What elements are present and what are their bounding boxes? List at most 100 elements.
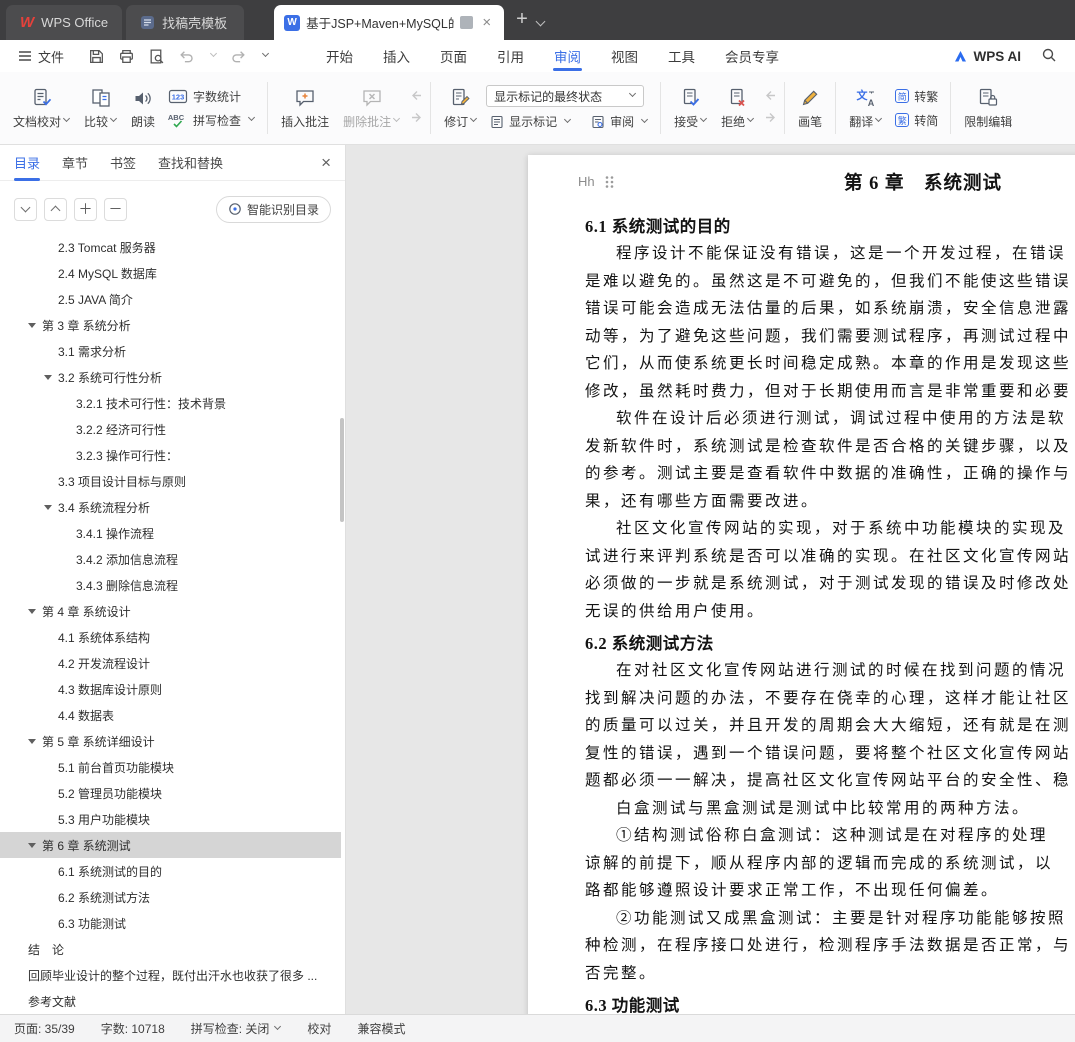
menu-tab-插入[interactable]: 插入 <box>368 40 425 72</box>
collapse-all-button[interactable] <box>14 197 37 221</box>
doc-text-line: 果，还有哪些方面需要改进。 <box>585 492 820 510</box>
undo-options-chevron-icon[interactable] <box>208 49 218 58</box>
reject-revision-button[interactable]: 拒绝 <box>714 82 761 135</box>
compat-mode-indicator[interactable]: 兼容模式 <box>357 1020 405 1037</box>
restrict-edit-button[interactable]: 限制编辑 <box>957 82 1019 135</box>
collapse-triangle-icon[interactable] <box>28 842 36 848</box>
markup-state-select[interactable]: 显示标记的最终状态 <box>486 85 645 107</box>
save-button[interactable] <box>88 48 105 65</box>
wps-ai-button[interactable]: WPS AI <box>953 49 1021 64</box>
previous-revision-button[interactable] <box>763 89 778 105</box>
translate-button[interactable]: 文A 翻译 <box>842 82 889 135</box>
read-aloud-button[interactable]: 朗读 <box>124 82 162 135</box>
word-count-button[interactable]: 123 字数统计 <box>164 87 259 106</box>
spellcheck-indicator[interactable]: 拼写检查: 关闭 <box>191 1020 282 1037</box>
toc-item[interactable]: 3.4 系统流程分析 <box>0 494 341 520</box>
sidebar-tab-查找和替换[interactable]: 查找和替换 <box>158 145 223 181</box>
proofread-indicator[interactable]: 校对 <box>307 1020 331 1037</box>
toc-item[interactable]: 2.4 MySQL 数据库 <box>0 260 341 286</box>
toc-item[interactable]: 5.2 管理员功能模块 <box>0 780 341 806</box>
collapse-triangle-icon[interactable] <box>28 608 36 614</box>
sidebar-scrollbar-thumb[interactable] <box>340 418 344 522</box>
next-comment-button[interactable] <box>409 111 424 127</box>
collapse-triangle-icon[interactable] <box>28 322 36 328</box>
toc-item[interactable]: 6.2 系统测试方法 <box>0 884 341 910</box>
show-markup-button[interactable]: 显示标记 <box>486 112 575 131</box>
toc-item[interactable]: 3.1 需求分析 <box>0 338 341 364</box>
toc-item[interactable]: 6.1 系统测试的目的 <box>0 858 341 884</box>
menu-tab-视图[interactable]: 视图 <box>596 40 653 72</box>
brush-button[interactable]: 画笔 <box>791 82 829 135</box>
previous-comment-button[interactable] <box>409 89 424 105</box>
collapse-triangle-icon[interactable] <box>44 504 52 510</box>
track-changes-button[interactable]: 修订 <box>437 82 484 135</box>
toc-item[interactable]: 2.3 Tomcat 服务器 <box>0 239 341 260</box>
toc-item[interactable]: 5.1 前台首页功能模块 <box>0 754 341 780</box>
toc-item[interactable]: 3.2.1 技术可行性：技术背景 <box>0 390 341 416</box>
menu-tab-引用[interactable]: 引用 <box>482 40 539 72</box>
print-button[interactable] <box>118 48 135 65</box>
new-tab-button[interactable]: + <box>504 8 534 33</box>
tab-list-chevron-icon[interactable] <box>534 12 546 29</box>
undo-button[interactable] <box>178 48 195 65</box>
menu-tab-页面[interactable]: 页面 <box>425 40 482 72</box>
toc-item[interactable]: 4.3 数据库设计原则 <box>0 676 341 702</box>
toc-item[interactable]: 3.2.2 经济可行性 <box>0 416 341 442</box>
toc-item[interactable]: 3.2 系统可行性分析 <box>0 364 341 390</box>
close-tab-icon[interactable]: × <box>479 13 494 32</box>
menu-tab-审阅[interactable]: 审阅 <box>539 40 596 72</box>
toc-item[interactable]: 3.2.3 操作可行性： <box>0 442 341 468</box>
insert-comment-button[interactable]: 插入批注 <box>274 82 336 135</box>
file-menu-button[interactable]: 文件 <box>8 47 74 66</box>
doc-proofread-button[interactable]: 文档校对 <box>6 82 77 135</box>
toc-item[interactable]: 第 5 章 系统详细设计 <box>0 728 341 754</box>
traditional-to-simplified-button[interactable]: 繁 转简 <box>891 111 942 130</box>
redo-button[interactable] <box>230 48 247 65</box>
toc-item[interactable]: 6.3 功能测试 <box>0 910 341 936</box>
toc-item[interactable]: 3.4.3 删除信息流程 <box>0 572 341 598</box>
next-revision-button[interactable] <box>763 111 778 127</box>
toc-item[interactable]: 4.2 开发流程设计 <box>0 650 341 676</box>
document-page[interactable]: Hh 第 6 章 系统测试 6.1 系统测试的目的 程序设计不能保证没有错误，这是… <box>528 155 1075 1014</box>
toc-item[interactable]: 第 3 章 系统分析 <box>0 312 341 338</box>
toc-item[interactable]: 回顾毕业设计的整个过程，既付出汗水也收获了很多 ... <box>0 962 341 988</box>
toc-item[interactable]: 2.5 JAVA 简介 <box>0 286 341 312</box>
delete-comment-button[interactable]: 删除批注 <box>336 82 407 135</box>
collapse-triangle-icon[interactable] <box>28 738 36 744</box>
tab-document-active[interactable]: W 基于JSP+Maven+MySQL的社 × <box>274 5 505 40</box>
compare-button[interactable]: 比较 <box>77 82 124 135</box>
expand-all-button[interactable] <box>44 197 67 221</box>
collapse-triangle-icon[interactable] <box>44 374 52 380</box>
menu-tab-开始[interactable]: 开始 <box>311 40 368 72</box>
sidebar-tab-章节[interactable]: 章节 <box>62 145 88 181</box>
toc-item[interactable]: 参考文献 <box>0 988 341 1014</box>
sidebar-tab-书签[interactable]: 书签 <box>110 145 136 181</box>
simplified-to-traditional-button[interactable]: 简 转繁 <box>891 87 942 106</box>
tab-template-store[interactable]: 找稿壳模板 <box>126 5 245 40</box>
smart-recognize-toc-button[interactable]: 智能识别目录 <box>215 195 331 223</box>
word-count-indicator[interactable]: 字数: 10718 <box>101 1020 165 1037</box>
wps-office-menu-tab[interactable]: W WPS Office <box>6 5 123 40</box>
toc-item[interactable]: 3.3 项目设计目标与原则 <box>0 468 341 494</box>
decrease-level-button[interactable]: － <box>104 197 127 221</box>
increase-level-button[interactable]: ＋ <box>74 197 97 221</box>
spell-check-button[interactable]: ABC 拼写检查 <box>164 111 259 130</box>
toc-item[interactable]: 第 6 章 系统测试 <box>0 832 341 858</box>
page-indicator[interactable]: 页面: 35/39 <box>14 1020 75 1037</box>
review-pane-button[interactable]: 审阅 <box>587 112 652 131</box>
menu-tab-会员专享[interactable]: 会员专享 <box>710 40 794 72</box>
close-sidebar-icon[interactable]: × <box>321 154 331 171</box>
print-preview-button[interactable] <box>148 48 165 65</box>
quick-toolbar-chevron-icon[interactable] <box>260 49 270 58</box>
menu-tab-工具[interactable]: 工具 <box>653 40 710 72</box>
search-button[interactable] <box>1041 47 1057 66</box>
toc-item[interactable]: 3.4.1 操作流程 <box>0 520 341 546</box>
toc-item[interactable]: 4.1 系统体系结构 <box>0 624 341 650</box>
accept-revision-button[interactable]: 接受 <box>667 82 714 135</box>
toc-item[interactable]: 第 4 章 系统设计 <box>0 598 341 624</box>
toc-item[interactable]: 结 论 <box>0 936 341 962</box>
toc-item[interactable]: 3.4.2 添加信息流程 <box>0 546 341 572</box>
toc-item[interactable]: 5.3 用户功能模块 <box>0 806 341 832</box>
toc-item[interactable]: 4.4 数据表 <box>0 702 341 728</box>
sidebar-tab-目录[interactable]: 目录 <box>14 145 41 181</box>
